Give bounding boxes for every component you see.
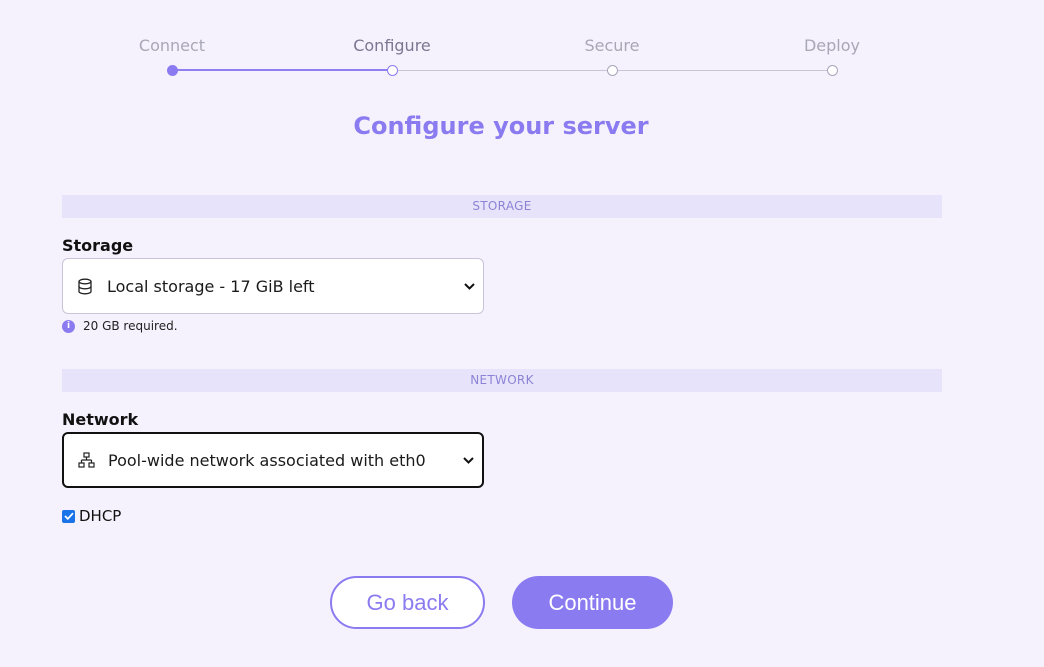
chevron-down-icon xyxy=(455,282,483,290)
network-section-header: NETWORK xyxy=(62,369,942,392)
network-select[interactable]: Pool-wide network associated with eth0 xyxy=(62,432,484,488)
step-configure-dot xyxy=(386,65,398,76)
dhcp-label[interactable]: DHCP xyxy=(79,507,121,525)
continue-button[interactable]: Continue xyxy=(512,576,673,629)
step-secure-label: Secure xyxy=(584,36,640,55)
storage-hint: i 20 GB required. xyxy=(62,319,178,333)
storage-hint-text: 20 GB required. xyxy=(83,319,178,333)
dhcp-option: DHCP xyxy=(62,507,121,525)
go-back-button[interactable]: Go back xyxy=(330,576,485,629)
dhcp-checkbox[interactable] xyxy=(62,509,75,523)
step-deploy-dot xyxy=(826,65,838,76)
network-icon xyxy=(64,452,104,468)
progress-stepper: Connect Configure Secure Deploy xyxy=(0,34,1044,84)
chevron-down-icon xyxy=(454,456,482,464)
storage-select-value: Local storage - 17 GiB left xyxy=(107,276,315,296)
configure-page: Connect Configure Secure Deploy Configur… xyxy=(0,0,1044,667)
storage-label: Storage xyxy=(62,236,134,255)
step-configure-label: Configure xyxy=(353,36,431,55)
step-deploy-label: Deploy xyxy=(803,36,861,55)
step-connect-dot xyxy=(166,65,178,76)
step-secure-dot xyxy=(606,65,618,76)
storage-select[interactable]: Local storage - 17 GiB left xyxy=(62,258,484,314)
network-select-value: Pool-wide network associated with eth0 xyxy=(108,450,426,470)
database-icon xyxy=(63,278,103,295)
page-title: Configure your server xyxy=(353,112,649,140)
step-connector-done xyxy=(172,69,392,71)
step-connect-label: Connect xyxy=(138,36,206,55)
network-label: Network xyxy=(62,410,139,429)
storage-section-header: STORAGE xyxy=(62,195,942,218)
info-icon: i xyxy=(62,319,75,333)
